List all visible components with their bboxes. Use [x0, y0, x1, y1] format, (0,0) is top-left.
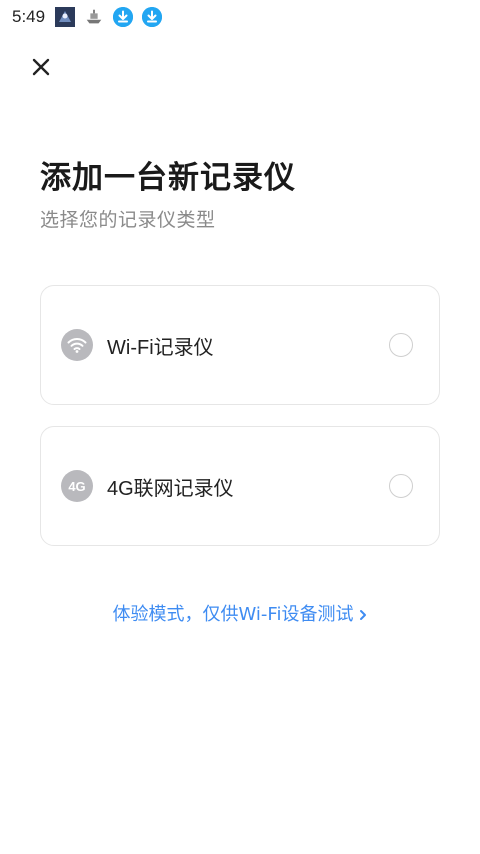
download-icon — [113, 7, 134, 27]
close-icon — [32, 58, 50, 76]
chevron-right-icon — [359, 605, 367, 626]
screen: 5:49 添加一台新记录仪 选择您的记录仪类型 Wi-Fi记录仪 4G 4G联网… — [0, 0, 480, 854]
app-ship-icon — [84, 7, 104, 27]
demo-mode-link-text: 体验模式，仅供Wi-Fi设备测试 — [112, 604, 354, 625]
download-icon — [142, 7, 163, 27]
status-time: 5:49 — [12, 7, 46, 26]
option-wifi-recorder[interactable]: Wi-Fi记录仪 — [40, 285, 440, 405]
page-subtitle: 选择您的记录仪类型 — [40, 209, 216, 231]
status-bar: 5:49 — [0, 0, 480, 34]
option-radio-4g[interactable] — [389, 474, 413, 498]
option-label: 4G联网记录仪 — [107, 477, 234, 500]
option-4g-recorder[interactable]: 4G 4G联网记录仪 — [40, 426, 440, 546]
wifi-icon — [61, 329, 93, 361]
app-game-icon — [55, 7, 76, 27]
option-label: Wi-Fi记录仪 — [107, 336, 214, 359]
option-radio-wifi[interactable] — [389, 333, 413, 357]
demo-mode-link[interactable]: 体验模式，仅供Wi-Fi设备测试 — [0, 600, 480, 626]
close-button[interactable] — [28, 54, 54, 80]
4g-icon: 4G — [61, 470, 93, 502]
page-title: 添加一台新记录仪 — [40, 160, 296, 196]
